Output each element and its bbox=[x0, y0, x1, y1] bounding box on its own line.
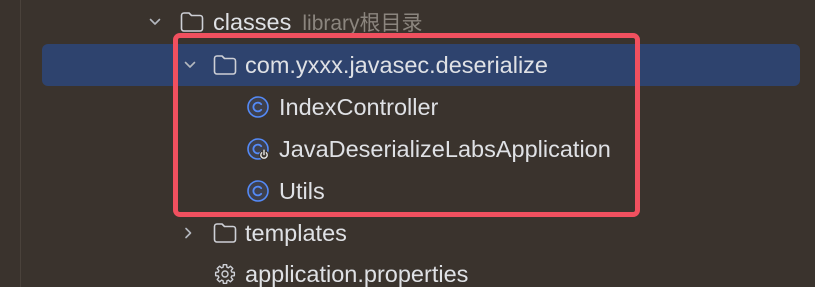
chevron-down-icon[interactable] bbox=[147, 14, 163, 30]
project-tree: classes library根目录 com.yxxx.javasec.deser… bbox=[0, 0, 815, 287]
tree-item-hint: library根目录 bbox=[302, 12, 423, 35]
class-icon bbox=[247, 96, 269, 118]
tree-item-label: application.properties bbox=[245, 261, 469, 287]
tree-item-label: com.yxxx.javasec.deserialize bbox=[245, 52, 548, 78]
gear-icon bbox=[214, 263, 236, 285]
tree-item-text: classes library根目录 bbox=[213, 1, 423, 43]
tree-item-label: templates bbox=[245, 220, 347, 246]
spring-boot-application-class-icon bbox=[247, 138, 269, 160]
folder-icon bbox=[180, 12, 204, 32]
tree-item-javadeserializelabsapplication[interactable]: JavaDeserializeLabsApplication bbox=[0, 128, 815, 170]
tree-item-label: Utils bbox=[279, 178, 325, 204]
class-icon bbox=[247, 180, 269, 202]
tree-item-indexcontroller[interactable]: IndexController bbox=[0, 86, 815, 128]
folder-icon bbox=[213, 55, 237, 75]
folder-icon bbox=[213, 223, 237, 243]
tree-item-application-properties[interactable]: application.properties bbox=[0, 253, 815, 287]
chevron-right-icon[interactable] bbox=[180, 225, 196, 241]
tree-item-label: classes bbox=[213, 9, 292, 35]
tree-item-label: IndexController bbox=[279, 94, 439, 120]
tree-item-package-deserialize[interactable]: com.yxxx.javasec.deserialize bbox=[0, 44, 815, 86]
tree-item-utils[interactable]: Utils bbox=[0, 170, 815, 212]
tree-item-label: JavaDeserializeLabsApplication bbox=[279, 136, 611, 162]
tree-item-classes[interactable]: classes library根目录 bbox=[0, 1, 815, 43]
tree-item-templates[interactable]: templates bbox=[0, 212, 815, 254]
chevron-down-icon[interactable] bbox=[182, 57, 198, 73]
